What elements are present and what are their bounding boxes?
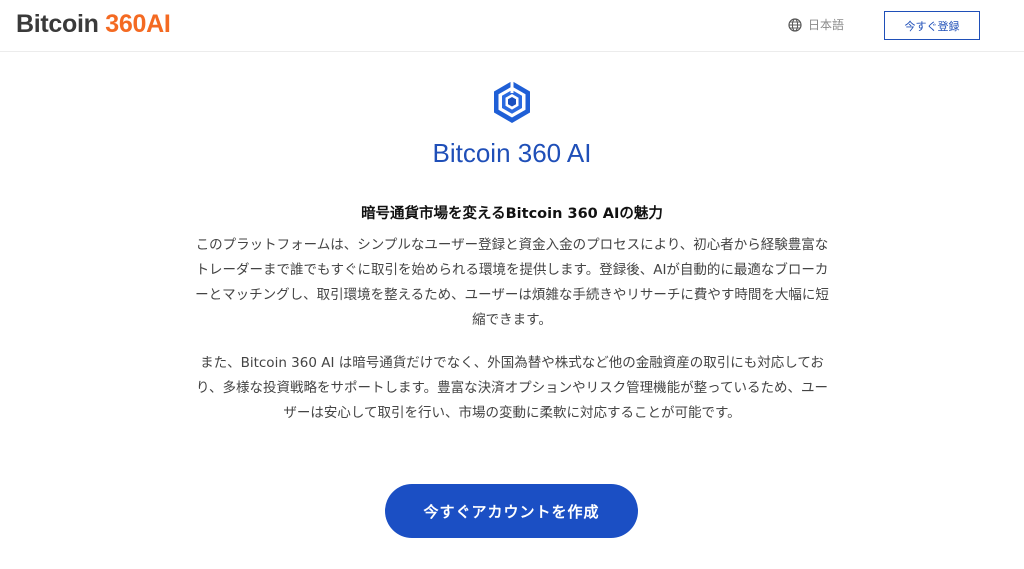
brand-name: Bitcoin 360 AI	[432, 138, 592, 168]
features-paragraph: また、Bitcoin 360 AI は暗号通貨だけでなく、外国為替や株式など他の…	[196, 355, 828, 421]
section-title: 暗号通貨市場を変えるBitcoin 360 AIの魅力	[361, 206, 663, 222]
logo-accent-text: 360AI	[105, 10, 171, 38]
language-selector[interactable]: 日本語	[788, 16, 844, 33]
create-account-button[interactable]: 今すぐアカウントを作成	[385, 484, 638, 538]
hexagon-cube-logo-icon	[488, 78, 536, 126]
register-now-button[interactable]: 今すぐ登録	[884, 11, 980, 40]
intro-paragraph: このプラットフォームは、シンプルなユーザー登録と資金入金のプロセスにより、初心者…	[195, 237, 829, 328]
globe-icon	[788, 17, 802, 32]
language-label: 日本語	[808, 18, 845, 32]
logo-text: Bitcoin	[16, 10, 106, 38]
site-logo[interactable]: Bitcoin 360AI	[16, 10, 171, 39]
site-header: Bitcoin 360AI 日本語 今すぐ登録	[0, 0, 1024, 52]
